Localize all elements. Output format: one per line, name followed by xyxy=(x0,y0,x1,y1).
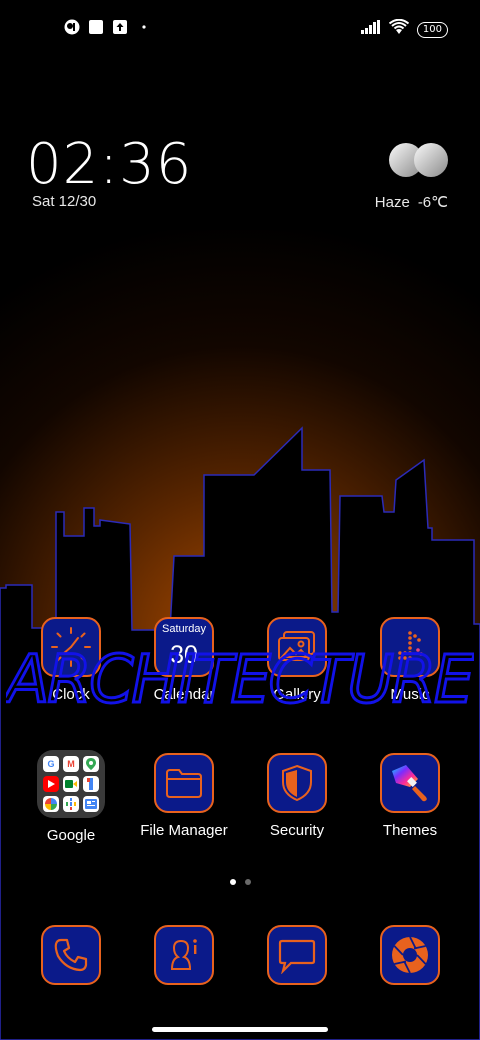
signal-icon xyxy=(360,20,381,39)
calendar-date: 30 xyxy=(170,641,198,669)
news-icon xyxy=(83,796,99,812)
app-google-folder[interactable]: G M Google xyxy=(15,750,127,844)
app-music[interactable]: Music xyxy=(354,617,466,703)
clock-widget-date[interactable]: Sat 12/30 xyxy=(32,193,96,210)
app-file-manager[interactable]: File Manager xyxy=(128,753,240,839)
podcasts-icon xyxy=(63,796,79,812)
weather-temperature: -6℃ xyxy=(417,194,448,211)
system-icons: 100 xyxy=(360,18,448,40)
dock-phone[interactable] xyxy=(15,925,127,985)
google-folder-icon: G M xyxy=(37,750,105,818)
contacts-icon xyxy=(154,925,214,985)
calendar-icon: Saturday 30 xyxy=(154,617,214,677)
weather-condition: Haze xyxy=(374,194,410,211)
meet-icon xyxy=(63,776,79,792)
app-security[interactable]: Security xyxy=(241,753,353,839)
paintbrush-icon xyxy=(380,753,440,813)
wifi-icon xyxy=(388,18,410,40)
notification-icons xyxy=(64,19,152,35)
weather-info[interactable]: Haze -6℃ xyxy=(375,193,448,211)
white-square-icon xyxy=(88,19,104,35)
clock-mask-icon xyxy=(64,19,80,35)
folder-icon xyxy=(154,753,214,813)
home-gesture-bar[interactable] xyxy=(152,1027,328,1032)
google-one-icon xyxy=(83,776,99,792)
app-calendar[interactable]: Saturday 30 Calendar xyxy=(128,617,240,703)
app-label: Themes xyxy=(382,822,438,839)
music-icon xyxy=(380,617,440,677)
app-gallery[interactable]: Gallery xyxy=(241,617,353,703)
dot-icon xyxy=(136,19,152,35)
page-dot-2[interactable] xyxy=(244,879,251,885)
app-label: File Manager xyxy=(140,822,228,839)
photos-icon xyxy=(43,796,59,812)
haze-weather-icon[interactable] xyxy=(386,138,450,187)
app-label: Google xyxy=(46,827,96,844)
app-clock[interactable]: Clock xyxy=(15,617,127,703)
dock-messages[interactable] xyxy=(241,925,353,985)
app-label: Gallery xyxy=(273,686,321,703)
dock-camera[interactable] xyxy=(354,925,466,985)
status-bar: 100 xyxy=(0,0,480,56)
calendar-day: Saturday xyxy=(161,623,207,635)
maps-icon xyxy=(83,756,99,772)
clock-widget-time[interactable]: 02:36 xyxy=(26,132,192,197)
camera-aperture-icon xyxy=(380,925,440,985)
messages-icon xyxy=(267,925,327,985)
gmail-icon: M xyxy=(63,756,79,772)
upload-icon xyxy=(112,19,128,35)
phone-icon xyxy=(41,925,101,985)
page-indicator[interactable] xyxy=(0,879,480,885)
app-label: Music xyxy=(390,686,430,703)
app-label: Clock xyxy=(52,686,90,703)
app-label: Security xyxy=(269,822,325,839)
battery-indicator: 100 xyxy=(416,21,448,38)
shield-icon xyxy=(267,753,327,813)
clock-icon xyxy=(41,617,101,677)
app-themes[interactable]: Themes xyxy=(354,753,466,839)
dock-contacts[interactable] xyxy=(128,925,240,985)
page-dot-1[interactable] xyxy=(229,879,236,885)
youtube-icon xyxy=(43,776,59,792)
app-label: Calendar xyxy=(153,686,215,703)
gallery-icon xyxy=(267,617,327,677)
google-search-icon: G xyxy=(43,756,59,772)
